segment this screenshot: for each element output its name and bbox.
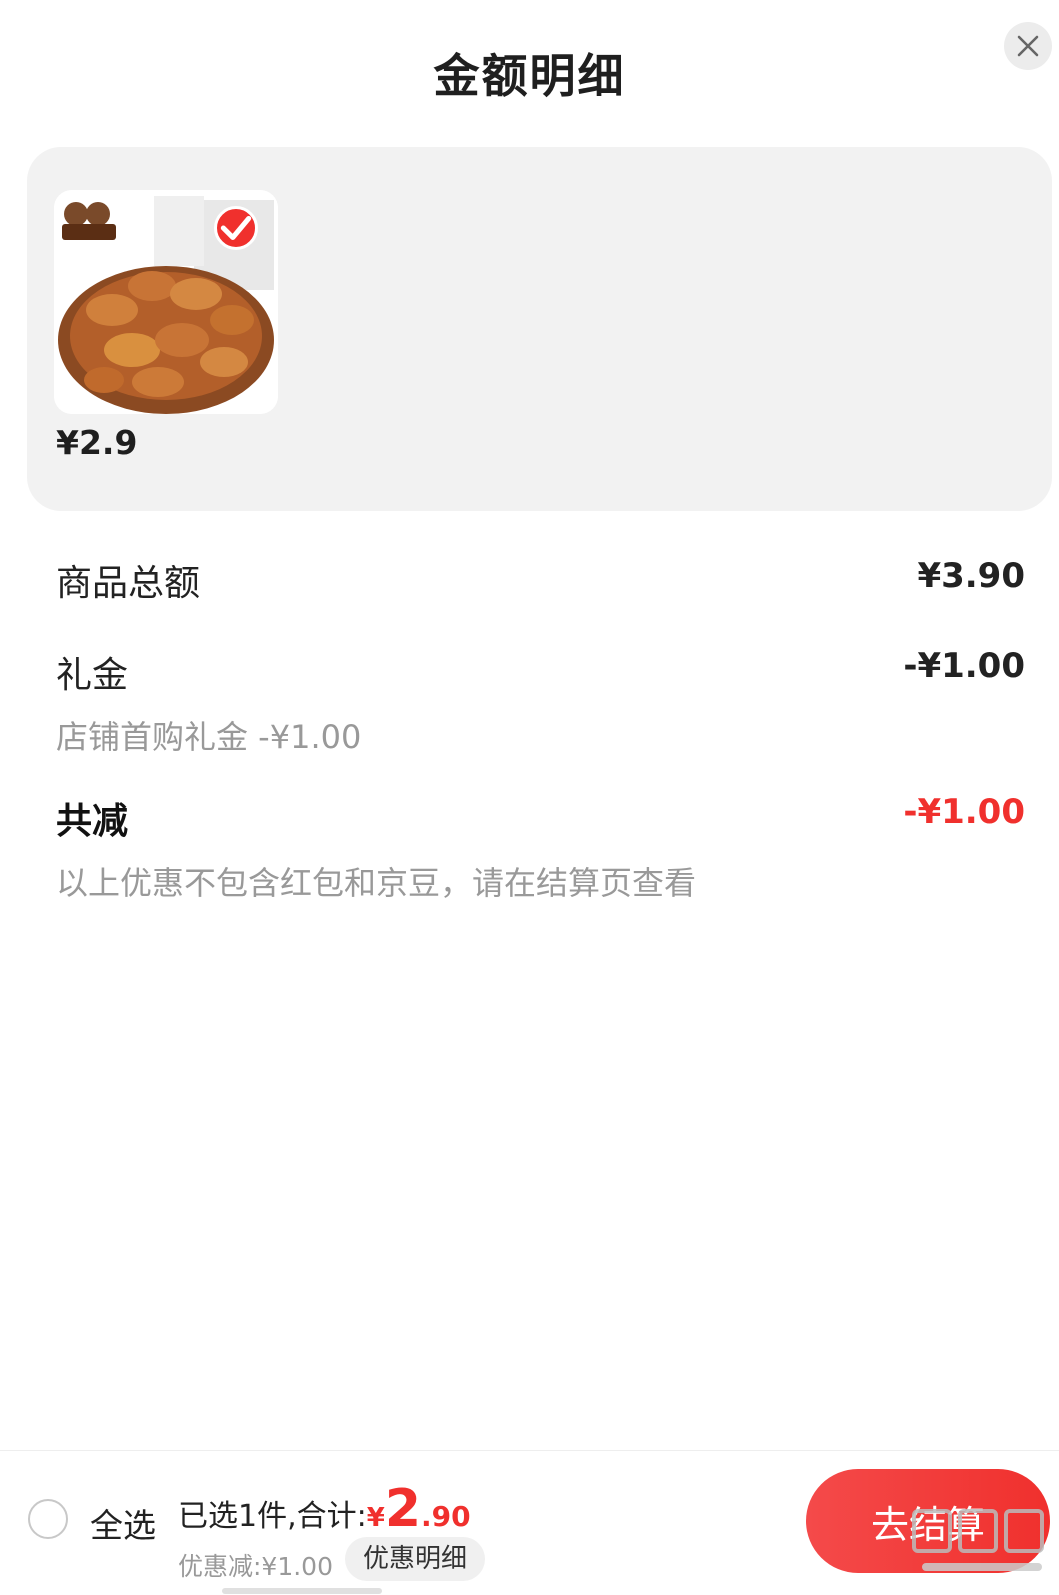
gift-label: 礼金: [56, 655, 129, 696]
close-icon: [1017, 35, 1039, 57]
total-reduce-label: 共减: [56, 801, 129, 842]
discount-detail-button[interactable]: 优惠明细: [345, 1537, 486, 1581]
goods-total-label: 商品总额: [56, 563, 201, 604]
selected-badge: [214, 206, 258, 250]
amount-detail-sheet: 金额明细 ¥2.9 商品总额 ¥3.90 礼金 -¥1.00 店铺首购礼金 -¥…: [0, 0, 1059, 1595]
sheet-title: 金额明细: [433, 49, 626, 103]
total-decimal: .90: [421, 1500, 471, 1533]
check-icon: [220, 215, 252, 241]
product-price: ¥2.9: [56, 423, 138, 462]
total-integer: 2: [384, 1479, 422, 1539]
close-button[interactable]: [1004, 22, 1052, 70]
selected-summary: 已选1件,合计:¥2.90: [178, 1479, 471, 1539]
gift-value: -¥1.00: [903, 646, 1025, 686]
selected-summary-text: 已选1件,合计:: [178, 1499, 367, 1534]
select-all-label[interactable]: 全选: [90, 1499, 156, 1547]
total-amount: ¥2.90: [366, 1479, 471, 1539]
gift-note: 店铺首购礼金 -¥1.00: [56, 718, 362, 756]
goods-total-value: ¥3.90: [917, 556, 1025, 596]
product-panel: ¥2.9: [27, 147, 1052, 511]
discount-text: 优惠减:¥1.00: [178, 1552, 333, 1581]
product-thumbnail[interactable]: [54, 190, 278, 414]
total-currency: ¥: [366, 1503, 385, 1533]
total-reduce-note: 以上优惠不包含红包和京豆，请在结算页查看: [56, 864, 697, 902]
select-all-radio[interactable]: [28, 1499, 68, 1539]
home-indicator: [222, 1588, 382, 1594]
total-reduce-value: -¥1.00: [903, 792, 1025, 832]
checkout-bar: 全选 已选1件,合计:¥2.90 优惠减:¥1.00 优惠明细 去结算: [0, 1450, 1059, 1595]
watermark-logo: [912, 1505, 1052, 1585]
